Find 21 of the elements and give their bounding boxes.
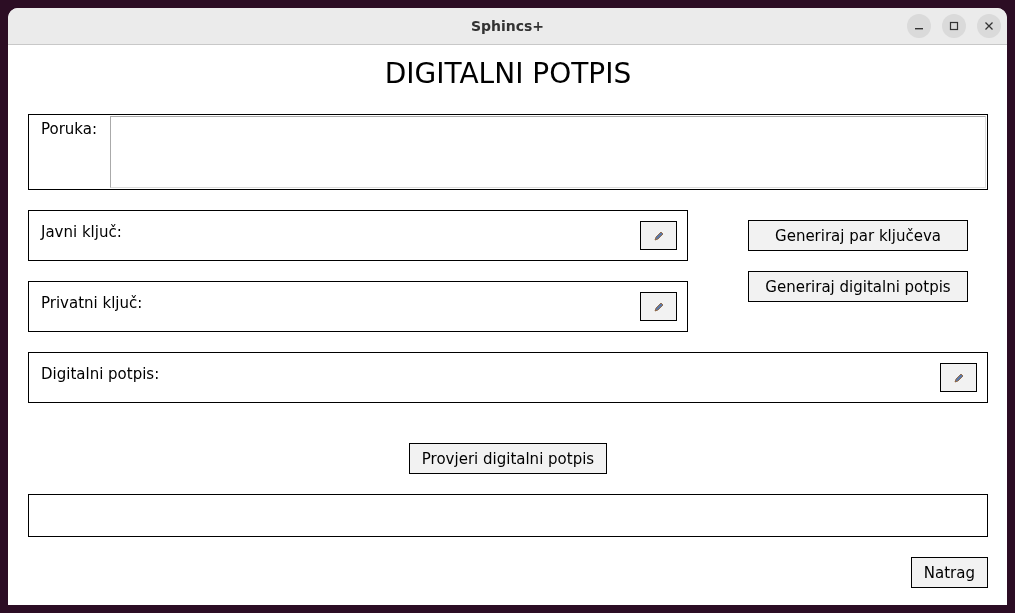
pencil-icon [953,372,964,383]
close-button[interactable] [977,14,1001,38]
generate-button[interactable]: Generiraj par ključeva [748,220,968,251]
pencil-icon [653,301,664,312]
field-label: Poruka: [40,119,99,140]
minimize-icon [915,28,923,30]
verify-button[interactable]: Provjeri digitalni potpis [408,443,608,474]
generate-button[interactable]: Generiraj digitalni potpis [748,271,968,302]
edit-button[interactable] [940,363,977,392]
close-icon [984,21,994,31]
pencil-icon [653,230,664,241]
maximize-button[interactable] [942,14,966,38]
page-heading: DIGITALNI POTPIS [384,58,632,90]
edit-button[interactable] [640,292,677,321]
field-label: Digitalni potpis: [40,364,161,383]
field-label: Javni ključ: [39,222,123,241]
maximize-icon [949,21,959,31]
edit-button[interactable] [640,221,677,250]
field-label: Privatni ključ: [40,293,144,312]
window-title: Sphincs+ [470,18,545,34]
back-button[interactable]: Natrag [910,557,988,588]
